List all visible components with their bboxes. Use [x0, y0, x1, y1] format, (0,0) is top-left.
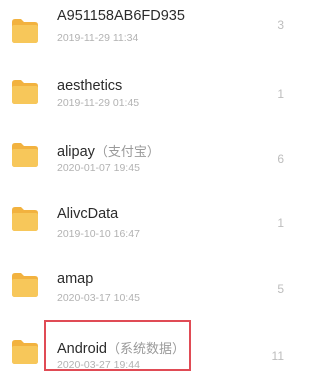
folder-name: amap	[57, 271, 94, 287]
folder-icon	[10, 79, 40, 105]
folder-name: AlivcData	[57, 206, 119, 222]
folder-item-count: 1	[277, 216, 284, 230]
folder-icon	[10, 206, 40, 232]
folder-row-amap[interactable]: amap 2020-03-17 10:45 5	[0, 248, 284, 310]
folder-icon	[10, 339, 40, 365]
folder-icon	[10, 272, 40, 298]
folder-date: 2019-11-29 11:34	[57, 32, 139, 44]
folder-row-alipay[interactable]: alipay（支付宝） 2020-01-07 19:45 6	[0, 124, 284, 186]
folder-date: 2020-01-07 19:45	[57, 162, 140, 174]
folder-row-aesthetics[interactable]: aesthetics 2019-11-29 01:45 1	[0, 62, 284, 124]
folder-date: 2019-11-29 01:45	[57, 97, 140, 109]
folder-item-count: 11	[271, 349, 284, 363]
folder-icon	[10, 18, 40, 44]
folder-icon	[10, 142, 40, 168]
folder-name: alipay（支付宝）	[57, 144, 160, 160]
folder-list: A951158AB6FD935 2019-11-29 11:34 3 aesth…	[0, 0, 284, 391]
folder-name: aesthetics	[57, 78, 123, 94]
folder-item-count: 3	[277, 18, 284, 32]
folder-date: 2019-10-10 16:47	[57, 228, 140, 240]
folder-row-alivcdata[interactable]: AlivcData 2019-10-10 16:47 1	[0, 186, 284, 248]
folder-tag: （支付宝）	[94, 144, 160, 159]
folder-item-count: 5	[277, 282, 284, 296]
selection-highlight-box	[44, 320, 191, 371]
folder-item-count: 1	[277, 87, 284, 101]
folder-row-a951158ab6fd935[interactable]: A951158AB6FD935 2019-11-29 11:34 3	[0, 0, 284, 62]
folder-name: A951158AB6FD935	[57, 8, 185, 24]
folder-item-count: 6	[277, 152, 284, 166]
folder-date: 2020-03-17 10:45	[57, 292, 140, 304]
